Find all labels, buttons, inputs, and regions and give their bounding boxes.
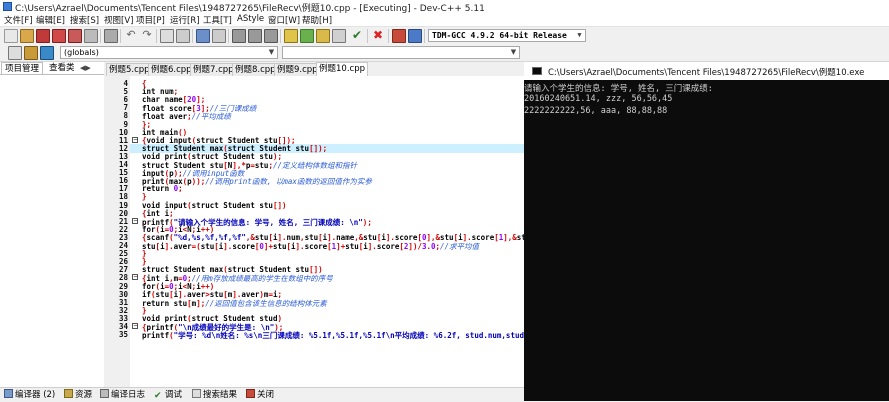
fold-toggle-icon[interactable]: − [132,217,138,224]
menu-tools[interactable]: 工具[T] [203,14,232,26]
menu-file[interactable]: 文件[F] [4,14,33,26]
toggle-comment-icon[interactable] [264,29,278,43]
rebuild-icon[interactable] [332,29,346,43]
fold-column [130,76,140,387]
tab-debug[interactable]: ✔ 调试 [154,389,182,401]
bottom-panel-tabs: 编译器 (2) 资源 编译日志 ✔ 调试 搜索结果 关闭 [0,387,524,402]
goto-line-icon[interactable] [196,29,210,43]
compile-icon[interactable] [284,29,298,43]
tab-close[interactable]: 关闭 [246,389,274,401]
member-select[interactable]: ▼ [282,46,520,59]
chevron-down-icon: ▼ [577,31,582,39]
indent-left-icon[interactable] [232,29,246,43]
devcpp-app-icon [3,2,12,11]
tab-compile-log[interactable]: 编译日志 [100,389,145,401]
indent-right-icon[interactable] [248,29,262,43]
line-number-gutter: 4 5 6 7 8 9 10 11 12 13 14 15 16 17 18 19 20 21 22 23 24 25 26… [104,76,130,387]
main-toolbar: ↶ ↷ ✔ ✖ TDM-GCC 4.9.2 64-bit Release ▼ [0,27,889,45]
new-class-icon[interactable] [40,46,54,60]
search-results-icon [192,389,201,398]
menu-astyle[interactable]: AStyle [237,14,264,24]
compile-run-icon[interactable] [316,29,330,43]
compiler-select-value: TDM-GCC 4.9.2 64-bit Release [432,31,567,40]
console-line: 20160240651.14, zzz, 56,56,45 [524,94,673,104]
menu-run[interactable]: 运行[R] [170,14,200,26]
tab-file-6[interactable]: 例题6.cpp [148,63,195,76]
tab-scroll-arrows-icon[interactable]: ◀▶ [80,64,91,72]
menu-window[interactable]: 窗口[W] [268,14,300,26]
console-window[interactable]: C:\Users\Azrael\Documents\Tencent Files\… [524,62,889,401]
console-line: 请输入个学生的信息: 学号, 姓名, 三门课成绩: [524,84,713,94]
tab-search-results[interactable]: 搜索结果 [192,389,237,401]
replace-icon[interactable] [176,29,190,43]
tab-class-view[interactable]: 查看类 [46,62,78,74]
save-all-icon[interactable] [52,29,66,43]
code-editor[interactable]: 4 5 6 7 8 9 10 11 12 13 14 15 16 17 18 19 20 21 22 23 24 25 26… [104,76,524,387]
scope-select[interactable]: (globals) ▼ [60,46,278,59]
debug-check-icon: ✔ [154,391,162,401]
find-icon[interactable] [160,29,174,43]
save-icon[interactable] [36,29,50,43]
code-line: printf("学号: %d\n姓名: %s\n三门课成绩: %5.1f,%5.… [142,331,524,341]
code-line: stu[i].aver=(stu[i].score[0]+stu[i].scor… [142,242,480,251]
console-line: 2222222222,56, aaa, 88,88,88 [524,106,668,116]
secondary-toolbar: (globals) ▼ ▼ [0,45,889,62]
menu-bar: 文件[F] 编辑[E] 搜索[S] 视图[V] 项目[P] 运行[R] 工具[T… [0,13,889,27]
resources-icon [64,389,73,398]
project-panel: 项目管理 查看类 ◀▶ [0,62,105,387]
print-icon[interactable] [104,29,118,43]
tab-file-9[interactable]: 例题9.cpp [274,63,321,76]
compile-log-icon [100,389,109,398]
menu-edit[interactable]: 编辑[E] [36,14,65,26]
syntax-check-icon[interactable]: ✔ [350,29,364,43]
debug-icon[interactable] [408,29,422,43]
class-browser-icon[interactable] [24,46,38,60]
stop-execution-icon[interactable]: ✖ [371,29,385,43]
run-icon[interactable] [300,29,314,43]
menu-view[interactable]: 视图[V] [104,14,133,26]
tab-file-5[interactable]: 例题5.cpp [106,63,153,76]
undo-icon[interactable]: ↶ [124,29,138,43]
fold-toggle-icon[interactable]: − [132,274,138,281]
menu-search[interactable]: 搜索[S] [70,14,99,26]
new-file-icon[interactable] [4,29,18,43]
editor-tabs: 例题5.cpp 例题6.cpp 例题7.cpp 例题8.cpp 例题9.cpp … [104,62,524,77]
menu-project[interactable]: 项目[P] [136,14,165,26]
close-icon [246,389,255,398]
redo-icon[interactable]: ↷ [140,29,154,43]
tab-file-10[interactable]: 例题10.cpp [316,62,368,77]
line-number: 35 [118,330,128,340]
scope-select-value: (globals) [64,48,99,57]
fold-toggle-icon[interactable]: − [132,323,138,329]
profile-icon[interactable] [392,29,406,43]
tab-resources[interactable]: 资源 [64,389,92,401]
console-title-bar: C:\Users\Azrael\Documents\Tencent Files\… [524,62,889,80]
tab-file-8[interactable]: 例题8.cpp [232,63,279,76]
fold-toggle-icon[interactable]: − [132,136,138,143]
tab-compiler[interactable]: 编译器 (2) [4,389,55,401]
insert-icon[interactable] [8,46,22,60]
compiler-select[interactable]: TDM-GCC 4.9.2 64-bit Release ▼ [428,29,586,42]
console-title: C:\Users\Azrael\Documents\Tencent Files\… [548,68,865,78]
code-line: float aver;//平均成绩 [142,112,231,122]
code-line: return stu[m];//返回值包含该生信息的结构体元素 [142,298,327,308]
toggle-bookmark-icon[interactable] [212,29,226,43]
close-file-icon[interactable] [68,29,82,43]
chevron-down-icon: ▼ [510,48,517,56]
chevron-down-icon: ▼ [268,48,275,56]
menu-help[interactable]: 帮助[H] [302,14,332,26]
close-all-icon[interactable] [84,29,98,43]
code-line: return 0; [142,184,183,194]
open-icon[interactable] [20,29,34,43]
tab-file-7[interactable]: 例题7.cpp [190,63,237,76]
console-icon [532,67,542,75]
compiler-icon [4,389,13,398]
title-bar: C:\Users\Azrael\Documents\Tencent Files\… [0,0,889,14]
